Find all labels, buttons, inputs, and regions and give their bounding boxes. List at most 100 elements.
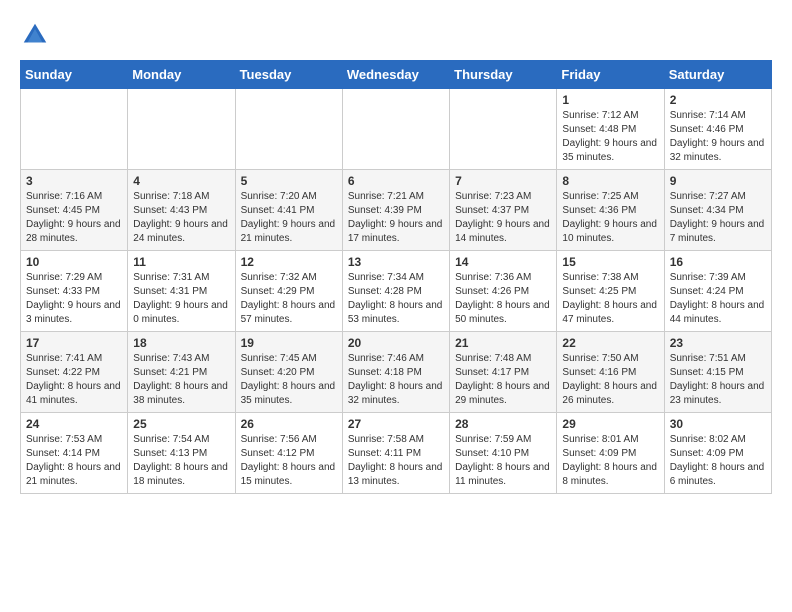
day-info: Sunrise: 8:02 AM Sunset: 4:09 PM Dayligh…	[670, 433, 766, 489]
calendar-cell: 29Sunrise: 8:01 AM Sunset: 4:09 PM Dayli…	[557, 413, 664, 494]
day-info: Sunrise: 7:18 AM Sunset: 4:43 PM Dayligh…	[133, 190, 229, 246]
day-number: 13	[348, 255, 444, 269]
day-number: 25	[133, 417, 229, 431]
calendar-cell: 10 Sunrise: 7:29 AM Sunset: 4:33 PM Dayli…	[21, 251, 128, 332]
week-row-2: 3 Sunrise: 7:16 AM Sunset: 4:45 PM Daylig…	[21, 170, 772, 251]
calendar-table: SundayMondayTuesdayWednesdayThursdayFrid…	[20, 60, 772, 494]
day-number: 3	[26, 174, 122, 188]
day-number: 27	[348, 417, 444, 431]
day-number: 16	[670, 255, 766, 269]
day-number: 24	[26, 417, 122, 431]
week-row-3: 10 Sunrise: 7:29 AM Sunset: 4:33 PM Dayli…	[21, 251, 772, 332]
day-number: 11	[133, 255, 229, 269]
calendar-cell	[128, 89, 235, 170]
day-number: 7	[455, 174, 551, 188]
day-number: 14	[455, 255, 551, 269]
day-info: Sunrise: 7:31 AM Sunset: 4:31 PM Dayligh…	[133, 271, 229, 327]
day-info: Sunrise: 7:27 AM Sunset: 4:34 PM Dayligh…	[670, 190, 766, 246]
day-info: Sunrise: 7:41 AM Sunset: 4:22 PM Dayligh…	[26, 352, 122, 408]
day-info: Sunrise: 7:46 AM Sunset: 4:18 PM Dayligh…	[348, 352, 444, 408]
calendar-cell: 28 Sunrise: 7:59 AM Sunset: 4:10 PM Dayli…	[450, 413, 557, 494]
day-number: 15	[562, 255, 658, 269]
calendar-cell	[235, 89, 342, 170]
day-number: 18	[133, 336, 229, 350]
day-info: Sunrise: 7:25 AM Sunset: 4:36 PM Dayligh…	[562, 190, 658, 246]
calendar-cell: 8 Sunrise: 7:25 AM Sunset: 4:36 PM Daylig…	[557, 170, 664, 251]
calendar-cell: 23Sunrise: 7:51 AM Sunset: 4:15 PM Dayli…	[664, 332, 771, 413]
calendar-cell: 18Sunrise: 7:43 AM Sunset: 4:21 PM Dayli…	[128, 332, 235, 413]
calendar-cell: 2 Sunrise: 7:14 AM Sunset: 4:46 PM Daylig…	[664, 89, 771, 170]
day-info: Sunrise: 7:38 AM Sunset: 4:25 PM Dayligh…	[562, 271, 658, 327]
calendar-cell: 12 Sunrise: 7:32 AM Sunset: 4:29 PM Dayli…	[235, 251, 342, 332]
day-number: 2	[670, 93, 766, 107]
day-header-friday: Friday	[557, 61, 664, 89]
day-info: Sunrise: 7:48 AM Sunset: 4:17 PM Dayligh…	[455, 352, 551, 408]
calendar-cell: 3 Sunrise: 7:16 AM Sunset: 4:45 PM Daylig…	[21, 170, 128, 251]
day-info: Sunrise: 7:39 AM Sunset: 4:24 PM Dayligh…	[670, 271, 766, 327]
calendar-cell: 26 Sunrise: 7:56 AM Sunset: 4:12 PM Dayli…	[235, 413, 342, 494]
day-number: 28	[455, 417, 551, 431]
calendar-cell: 9 Sunrise: 7:27 AM Sunset: 4:34 PM Daylig…	[664, 170, 771, 251]
day-info: Sunrise: 7:45 AM Sunset: 4:20 PM Dayligh…	[241, 352, 337, 408]
calendar-cell: 1 Sunrise: 7:12 AM Sunset: 4:48 PM Daylig…	[557, 89, 664, 170]
day-number: 10	[26, 255, 122, 269]
day-number: 5	[241, 174, 337, 188]
calendar-cell	[21, 89, 128, 170]
calendar-cell: 25 Sunrise: 7:54 AM Sunset: 4:13 PM Dayli…	[128, 413, 235, 494]
day-info: Sunrise: 7:23 AM Sunset: 4:37 PM Dayligh…	[455, 190, 551, 246]
header-row: SundayMondayTuesdayWednesdayThursdayFrid…	[21, 61, 772, 89]
calendar-header: SundayMondayTuesdayWednesdayThursdayFrid…	[21, 61, 772, 89]
day-info: Sunrise: 7:16 AM Sunset: 4:45 PM Dayligh…	[26, 190, 122, 246]
calendar-cell: 13 Sunrise: 7:34 AM Sunset: 4:28 PM Dayli…	[342, 251, 449, 332]
day-number: 30	[670, 417, 766, 431]
logo-icon	[20, 20, 50, 50]
calendar-cell: 15 Sunrise: 7:38 AM Sunset: 4:25 PM Dayli…	[557, 251, 664, 332]
day-number: 29	[562, 417, 658, 431]
day-header-sunday: Sunday	[21, 61, 128, 89]
day-info: Sunrise: 7:21 AM Sunset: 4:39 PM Dayligh…	[348, 190, 444, 246]
week-row-5: 24Sunrise: 7:53 AM Sunset: 4:14 PM Dayli…	[21, 413, 772, 494]
calendar-cell: 14 Sunrise: 7:36 AM Sunset: 4:26 PM Dayli…	[450, 251, 557, 332]
day-number: 20	[348, 336, 444, 350]
calendar-cell: 19Sunrise: 7:45 AM Sunset: 4:20 PM Dayli…	[235, 332, 342, 413]
day-number: 6	[348, 174, 444, 188]
calendar-cell: 6 Sunrise: 7:21 AM Sunset: 4:39 PM Daylig…	[342, 170, 449, 251]
day-number: 21	[455, 336, 551, 350]
day-info: Sunrise: 7:59 AM Sunset: 4:10 PM Dayligh…	[455, 433, 551, 489]
calendar-cell	[450, 89, 557, 170]
day-header-thursday: Thursday	[450, 61, 557, 89]
calendar-cell: 30 Sunrise: 8:02 AM Sunset: 4:09 PM Dayli…	[664, 413, 771, 494]
day-header-wednesday: Wednesday	[342, 61, 449, 89]
day-info: Sunrise: 7:34 AM Sunset: 4:28 PM Dayligh…	[348, 271, 444, 327]
day-number: 22	[562, 336, 658, 350]
day-info: Sunrise: 7:58 AM Sunset: 4:11 PM Dayligh…	[348, 433, 444, 489]
week-row-4: 17 Sunrise: 7:41 AM Sunset: 4:22 PM Dayli…	[21, 332, 772, 413]
day-info: Sunrise: 7:50 AM Sunset: 4:16 PM Dayligh…	[562, 352, 658, 408]
day-info: Sunrise: 7:56 AM Sunset: 4:12 PM Dayligh…	[241, 433, 337, 489]
day-info: Sunrise: 7:36 AM Sunset: 4:26 PM Dayligh…	[455, 271, 551, 327]
day-header-saturday: Saturday	[664, 61, 771, 89]
calendar-cell: 11 Sunrise: 7:31 AM Sunset: 4:31 PM Dayli…	[128, 251, 235, 332]
day-info: Sunrise: 7:14 AM Sunset: 4:46 PM Dayligh…	[670, 109, 766, 165]
calendar-cell: 27 Sunrise: 7:58 AM Sunset: 4:11 PM Dayli…	[342, 413, 449, 494]
day-number: 4	[133, 174, 229, 188]
calendar-cell: 17 Sunrise: 7:41 AM Sunset: 4:22 PM Dayli…	[21, 332, 128, 413]
page-header	[20, 20, 772, 50]
day-info: Sunrise: 7:54 AM Sunset: 4:13 PM Dayligh…	[133, 433, 229, 489]
day-number: 17	[26, 336, 122, 350]
day-number: 9	[670, 174, 766, 188]
day-number: 8	[562, 174, 658, 188]
calendar-body: 1 Sunrise: 7:12 AM Sunset: 4:48 PM Daylig…	[21, 89, 772, 494]
day-number: 26	[241, 417, 337, 431]
calendar-cell	[342, 89, 449, 170]
day-info: Sunrise: 7:32 AM Sunset: 4:29 PM Dayligh…	[241, 271, 337, 327]
week-row-1: 1 Sunrise: 7:12 AM Sunset: 4:48 PM Daylig…	[21, 89, 772, 170]
day-number: 1	[562, 93, 658, 107]
calendar-cell: 4 Sunrise: 7:18 AM Sunset: 4:43 PM Daylig…	[128, 170, 235, 251]
calendar-cell: 16 Sunrise: 7:39 AM Sunset: 4:24 PM Dayli…	[664, 251, 771, 332]
day-info: Sunrise: 7:20 AM Sunset: 4:41 PM Dayligh…	[241, 190, 337, 246]
day-info: Sunrise: 7:29 AM Sunset: 4:33 PM Dayligh…	[26, 271, 122, 327]
logo	[20, 20, 54, 50]
day-number: 12	[241, 255, 337, 269]
day-info: Sunrise: 7:12 AM Sunset: 4:48 PM Dayligh…	[562, 109, 658, 165]
